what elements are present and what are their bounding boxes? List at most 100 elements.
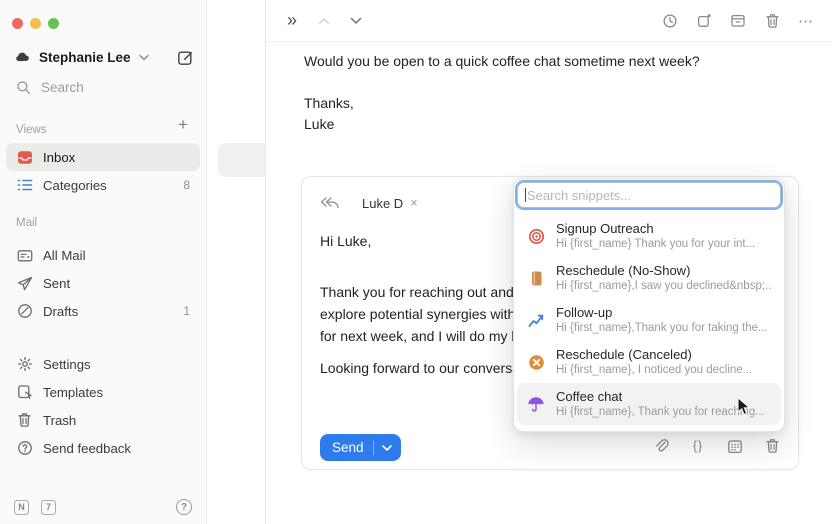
recipient-chip[interactable]: Luke D × — [362, 196, 418, 211]
snippet-item-follow-up[interactable]: Follow-up Hi {first_name},Thank you for … — [517, 299, 781, 341]
all-mail-icon — [16, 247, 33, 264]
close-window-button[interactable] — [12, 18, 23, 29]
zoom-window-button[interactable] — [48, 18, 59, 29]
sidebar-item-label: All Mail — [43, 248, 86, 263]
mail-app-window: Stephanie Lee Search Views + Inbox — [0, 0, 832, 524]
views-section-label: Views — [16, 124, 46, 136]
mouse-cursor — [737, 397, 752, 417]
account-switcher[interactable]: Stephanie Lee — [14, 46, 194, 68]
compose-button[interactable] — [177, 49, 194, 66]
snooze-button[interactable] — [658, 9, 682, 33]
calendar-app-icon[interactable]: 7 — [41, 500, 56, 515]
trash-button[interactable] — [760, 9, 784, 33]
snippet-preview: Hi {first_name}, Thank you for reaching.… — [556, 405, 765, 420]
snippets-popup: Signup Outreach Hi {first_name} Thank yo… — [513, 178, 785, 432]
sidebar-item-categories[interactable]: Categories 8 — [6, 171, 200, 199]
snippet-title: Reschedule (No-Show) — [556, 263, 771, 279]
discard-draft-button[interactable] — [760, 434, 784, 458]
thread-toolbar: » ⋯ — [266, 0, 832, 42]
sidebar-item-label: Settings — [43, 357, 91, 372]
previous-thread-button[interactable] — [312, 9, 336, 33]
send-options-caret[interactable] — [374, 445, 392, 451]
next-thread-button[interactable] — [344, 9, 368, 33]
sidebar-item-inbox[interactable]: Inbox — [6, 143, 200, 171]
more-actions-button[interactable]: ⋯ — [794, 9, 818, 33]
chevron-down-icon — [139, 54, 149, 61]
avatar — [14, 49, 31, 66]
add-view-button[interactable]: + — [174, 116, 192, 134]
sidebar-item-send-feedback[interactable]: Send feedback — [6, 434, 200, 462]
snippet-item-reschedule-no-show[interactable]: Reschedule (No-Show) Hi {first_name},I s… — [517, 257, 781, 299]
send-button[interactable]: Send — [320, 434, 401, 461]
snippet-search-input[interactable] — [517, 182, 781, 208]
send-button-label: Send — [332, 440, 373, 455]
help-button[interactable]: ? — [176, 499, 192, 515]
recipient-name: Luke D — [362, 196, 403, 211]
categories-icon — [16, 177, 33, 194]
snippet-list: Signup Outreach Hi {first_name} Thank yo… — [517, 215, 781, 425]
target-icon — [527, 227, 545, 245]
sidebar-item-sent[interactable]: Sent — [6, 269, 200, 297]
sidebar-item-templates[interactable]: Templates — [6, 378, 200, 406]
message-body: Would you be open to a quick coffee chat… — [304, 51, 700, 135]
trend-arrow-icon — [527, 311, 545, 329]
drafts-icon — [16, 303, 33, 320]
minimize-window-button[interactable] — [30, 18, 41, 29]
archive-button[interactable] — [726, 9, 750, 33]
search-placeholder: Search — [41, 80, 84, 95]
message-line: Would you be open to a quick coffee chat… — [304, 51, 700, 72]
notes-app-icon[interactable]: N — [14, 500, 29, 515]
sidebar-item-trash[interactable]: Trash — [6, 406, 200, 434]
text-caret — [525, 188, 526, 202]
gear-icon — [16, 356, 33, 373]
cancel-circle-icon — [527, 353, 545, 371]
snippet-title: Coffee chat — [556, 389, 765, 405]
sidebar-item-all-mail[interactable]: All Mail — [6, 241, 200, 269]
umbrella-icon — [527, 395, 545, 413]
selected-thread-peek[interactable] — [218, 143, 265, 177]
snippet-title: Follow-up — [556, 305, 768, 321]
move-to-button[interactable] — [692, 9, 716, 33]
search-icon — [16, 80, 31, 95]
sidebar-item-label: Inbox — [43, 150, 75, 165]
calendar-insert-button[interactable] — [723, 434, 747, 458]
sidebar-item-label: Categories — [43, 178, 107, 193]
snippet-preview: Hi {first_name},I saw you declined&nbsp;… — [556, 279, 771, 294]
message-line: Luke — [304, 114, 700, 135]
attach-file-button[interactable] — [649, 434, 673, 458]
remove-recipient-button[interactable]: × — [410, 196, 417, 210]
snippet-title: Reschedule (Canceled) — [556, 347, 752, 363]
user-name: Stephanie Lee — [39, 50, 131, 65]
sidebar-item-drafts[interactable]: Drafts 1 — [6, 297, 200, 325]
mail-section-label: Mail — [16, 217, 37, 229]
sidebar-item-settings[interactable]: Settings — [6, 350, 200, 378]
inbox-icon — [16, 149, 33, 166]
reply-all-icon — [320, 197, 340, 209]
categories-count: 8 — [183, 178, 190, 192]
sidebar-item-label: Send feedback — [43, 441, 131, 456]
snippet-preview: Hi {first_name}, I noticed you decline..… — [556, 363, 752, 378]
sidebar-item-label: Templates — [43, 385, 103, 400]
snippet-item-signup-outreach[interactable]: Signup Outreach Hi {first_name} Thank yo… — [517, 215, 781, 257]
question-circle-icon — [16, 440, 33, 457]
sidebar-item-label: Sent — [43, 276, 70, 291]
snippet-title: Signup Outreach — [556, 221, 755, 237]
snippet-item-reschedule-canceled[interactable]: Reschedule (Canceled) Hi {first_name}, I… — [517, 341, 781, 383]
notebook-icon — [527, 269, 545, 287]
sidebar-item-label: Trash — [43, 413, 76, 428]
collapse-pane-button[interactable]: » — [280, 9, 304, 33]
send-plane-icon — [16, 275, 33, 292]
message-line: Thanks, — [304, 93, 700, 114]
snippet-variables-button[interactable]: {} — [686, 434, 710, 458]
sidebar: Stephanie Lee Search Views + Inbox — [0, 0, 207, 524]
composer-tools: {} — [649, 434, 784, 458]
window-controls — [12, 18, 59, 29]
trash-icon — [16, 412, 33, 429]
snippet-preview: Hi {first_name},Thank you for taking the… — [556, 321, 768, 336]
drafts-count: 1 — [183, 304, 190, 318]
sidebar-item-label: Drafts — [43, 304, 78, 319]
snippet-preview: Hi {first_name} Thank you for your int..… — [556, 237, 755, 252]
search-input[interactable]: Search — [16, 80, 84, 95]
templates-icon — [16, 384, 33, 401]
sidebar-footer: N 7 ? — [14, 499, 192, 515]
